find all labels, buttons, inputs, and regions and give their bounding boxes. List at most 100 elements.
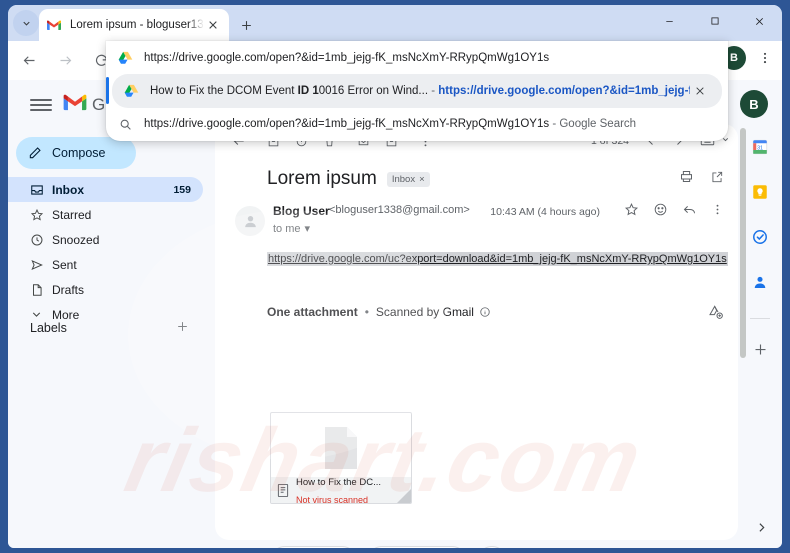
plus-icon[interactable] [176, 320, 189, 337]
sidebar-nav-list: Inbox 159 Starred Snoozed Sent Drafts Mo… [8, 177, 203, 327]
sidebar-item-label: Sent [52, 257, 77, 272]
attachment-count-label: One attachment [267, 305, 358, 319]
google-calendar-icon[interactable]: 31 [751, 138, 769, 161]
message-body-link[interactable]: https://drive.google.com/uc?export=downl… [267, 252, 728, 266]
suggestion-title-part2: 0016 Error on Wind... [318, 84, 429, 97]
message-timestamp: 10:43 AM (4 hours ago) [490, 206, 600, 218]
message-action-buttons: Reply Forward [270, 546, 507, 548]
suggestion-separator: - [428, 84, 439, 97]
separator-dot: • [364, 305, 369, 319]
sidebar-item-label: Inbox [52, 182, 84, 197]
info-icon[interactable] [479, 306, 491, 318]
attachment-text: How to Fix the DC... Not virus scanned [296, 472, 411, 503]
gmail-m-icon [62, 92, 88, 114]
labels-title: Labels [30, 321, 67, 335]
document-icon [30, 283, 52, 297]
attachment-footer: How to Fix the DC... Not virus scanned [271, 477, 411, 503]
window-minimize-button[interactable] [647, 5, 692, 37]
chip-remove-icon[interactable]: × [419, 174, 425, 185]
subject-row: Lorem ipsum Inbox × [215, 162, 738, 196]
sidebar-item-sent[interactable]: Sent [8, 252, 203, 277]
search-query: https://drive.google.com/open?&id=1mb_je… [144, 118, 550, 131]
recipient-row[interactable]: to me ▾ [273, 222, 311, 236]
recipient-label: to me [273, 222, 301, 235]
star-icon[interactable] [624, 202, 639, 222]
emoji-icon[interactable] [653, 202, 668, 222]
window-close-button[interactable] [737, 5, 782, 37]
open-in-new-icon[interactable] [710, 170, 724, 189]
gmail-account-avatar[interactable]: B [740, 90, 768, 118]
gmail-page: rishart.com G B [8, 80, 782, 548]
omnibox-search-suggestion-row[interactable]: https://drive.google.com/open?&id=1mb_je… [106, 108, 728, 141]
sidebar-item-label: Starred [52, 207, 92, 222]
sidebar-item-starred[interactable]: Starred [8, 202, 203, 227]
browser-menu-icon[interactable] [752, 45, 778, 71]
attachment-filename: How to Fix the DC... [296, 476, 381, 488]
suggestion-title-bold: ID 1 [297, 84, 319, 97]
rail-divider [750, 318, 770, 319]
attachment-card[interactable]: How to Fix the DC... Not virus scanned [270, 412, 412, 504]
google-drive-icon [106, 51, 144, 65]
add-to-drive-icon[interactable] [708, 304, 724, 320]
google-contacts-icon[interactable] [751, 273, 769, 296]
sidebar-item-inbox[interactable]: Inbox 159 [8, 177, 203, 202]
plus-icon[interactable] [753, 341, 768, 362]
toolbar-right-cluster: B [722, 45, 778, 71]
forward-button[interactable] [50, 46, 80, 76]
omnibox-search-text: https://drive.google.com/open?&id=1mb_je… [144, 118, 636, 130]
emoji-react-button[interactable] [476, 546, 507, 548]
screenshot-root: Lorem ipsum - bloguser1337@ B [0, 0, 790, 553]
reply-button[interactable]: Reply [270, 546, 357, 548]
suggestion-title-part1: How to Fix the DCOM Event [150, 84, 298, 97]
send-icon [30, 258, 52, 272]
message-actions [624, 202, 724, 222]
new-tab-button[interactable] [234, 13, 258, 37]
sidebar-item-snoozed[interactable]: Snoozed [8, 227, 203, 252]
gmail-icon [46, 17, 62, 33]
print-icon[interactable] [679, 169, 694, 189]
subject-actions [679, 169, 724, 189]
chevron-right-icon[interactable] [748, 514, 774, 540]
remove-suggestion-icon[interactable] [690, 81, 710, 101]
tab-close-icon[interactable] [204, 16, 222, 34]
tab-title: Lorem ipsum - bloguser1337@ [70, 19, 204, 31]
pencil-icon [28, 146, 42, 160]
attachments-header: One attachment • Scanned by Gmail [267, 302, 724, 322]
search-icon [106, 118, 144, 131]
inbox-unread-count: 159 [173, 183, 191, 196]
sidebar-item-label: Snoozed [52, 232, 100, 247]
sender-row: Blog User <bloguser1338@gmail.com> to me… [215, 202, 738, 246]
avatar [235, 206, 265, 236]
search-engine-suffix: - Google Search [549, 118, 637, 131]
sender-email: <bloguser1338@gmail.com> [329, 204, 470, 216]
forward-button[interactable]: Forward [366, 546, 467, 548]
tab-search-icon[interactable] [13, 10, 39, 36]
omnibox-suggestion-row-selected[interactable]: How to Fix the DCOM Event ID 10016 Error… [106, 74, 722, 108]
chevron-down-icon: ▾ [304, 223, 311, 235]
doc-file-icon [276, 483, 296, 498]
sidebar-item-label: Drafts [52, 282, 85, 297]
google-keep-icon[interactable] [751, 183, 769, 206]
gmail-wordmark: G [92, 95, 106, 114]
browser-window: Lorem ipsum - bloguser1337@ B [8, 5, 782, 548]
hamburger-icon[interactable] [30, 94, 52, 116]
sidebar-item-drafts[interactable]: Drafts [8, 277, 203, 302]
message-subject: Lorem ipsum [267, 168, 377, 189]
gmail-sidebar: Compose Inbox 159 Starred Snoozed Sent D… [8, 130, 211, 548]
compose-button[interactable]: Compose [16, 137, 136, 169]
tab-strip: Lorem ipsum - bloguser1337@ [8, 5, 782, 41]
google-drive-icon [112, 84, 150, 98]
omnibox-suggestions-dropdown: https://drive.google.com/open?&id=1mb_je… [106, 41, 728, 141]
star-icon [30, 208, 52, 222]
omnibox-suggestion-row[interactable]: https://drive.google.com/open?&id=1mb_je… [106, 41, 728, 74]
inbox-label-chip[interactable]: Inbox × [386, 171, 430, 187]
browser-tab[interactable]: Lorem ipsum - bloguser1337@ [39, 9, 229, 41]
chip-label: Inbox [391, 173, 416, 185]
reply-icon[interactable] [682, 202, 697, 222]
window-maximize-button[interactable] [692, 5, 737, 37]
google-tasks-icon[interactable] [751, 228, 769, 251]
inbox-icon [30, 183, 52, 197]
kebab-icon[interactable] [711, 203, 724, 221]
back-button[interactable] [14, 46, 44, 76]
clock-icon [30, 233, 52, 247]
